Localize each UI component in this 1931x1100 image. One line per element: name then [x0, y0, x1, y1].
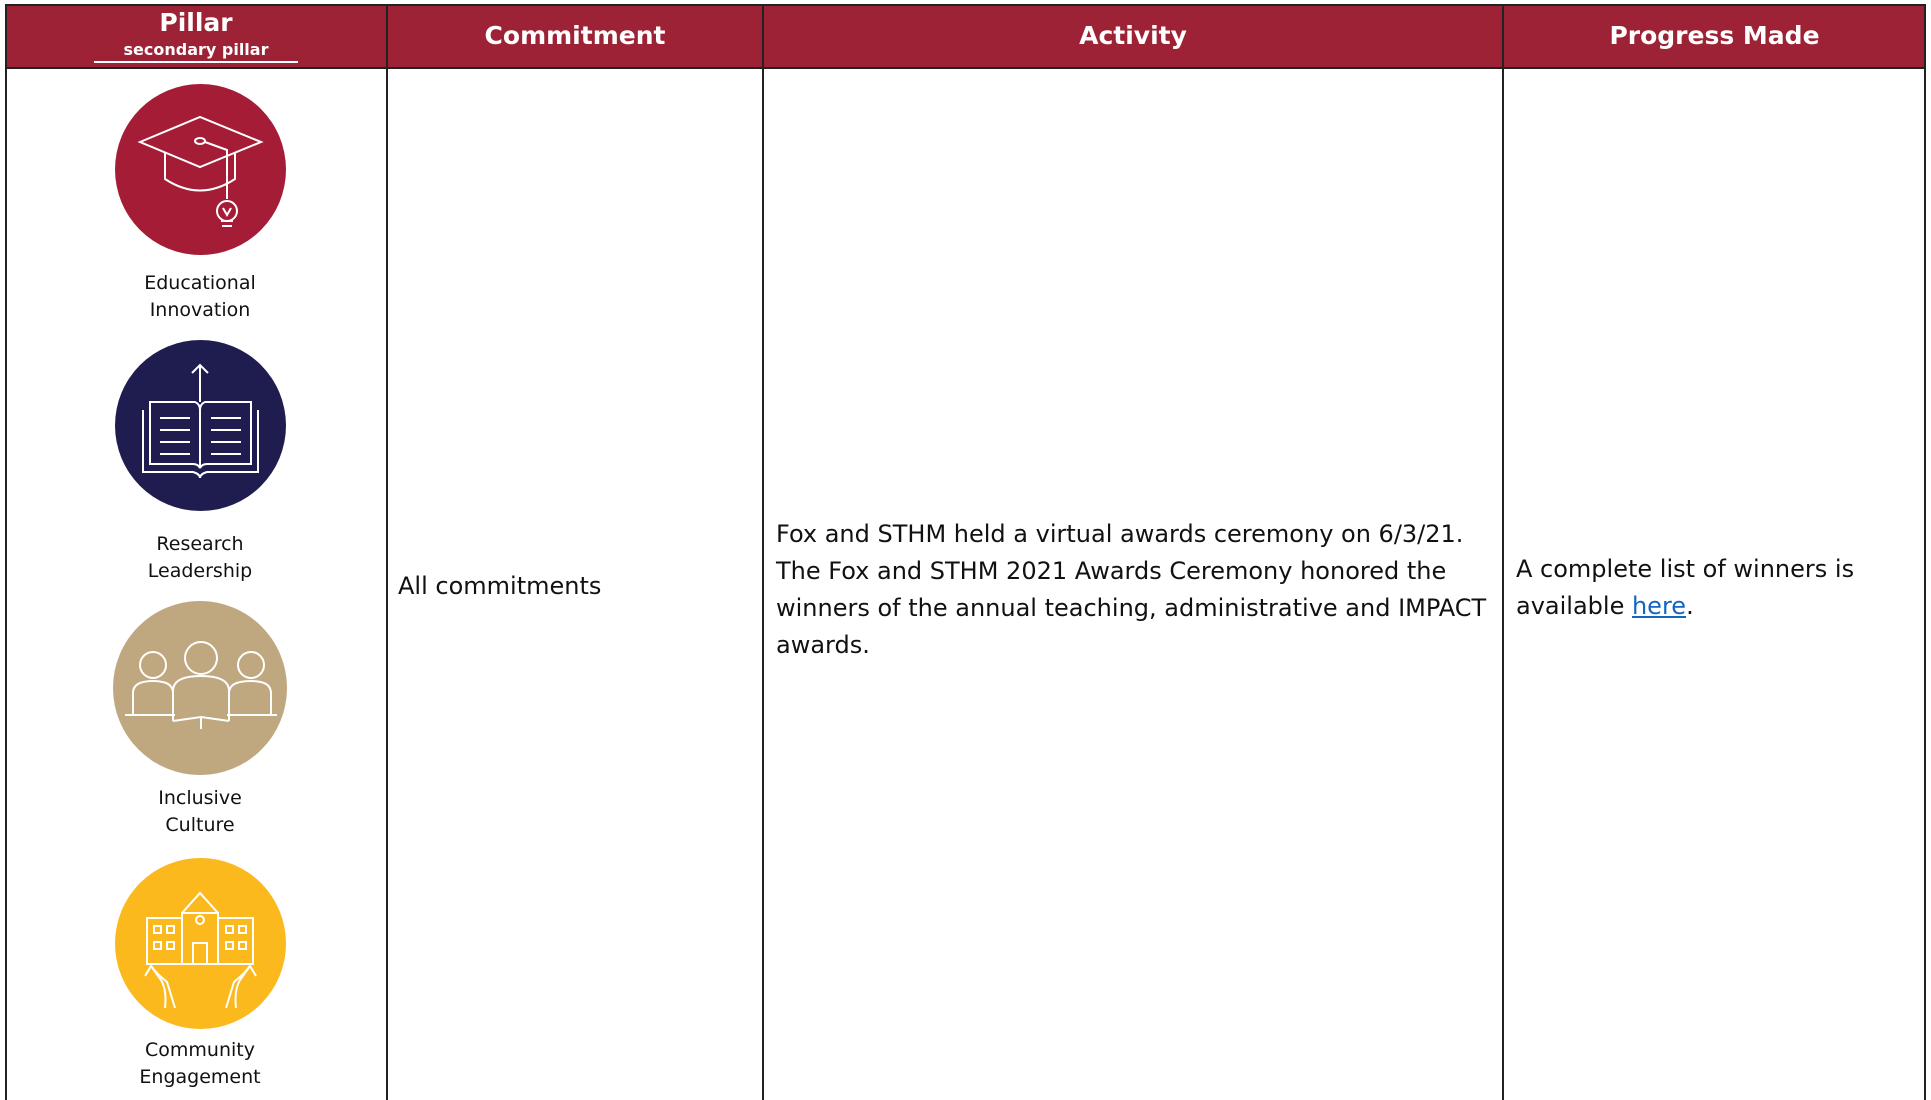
pillar-research-leadership: Research Leadership [8, 340, 392, 585]
progress-prefix: available [1516, 592, 1632, 620]
header-pillar-title: Pillar [159, 8, 233, 37]
header-bottom-border [5, 67, 1926, 69]
column-divider-2 [762, 5, 764, 1100]
progress-text: A complete list of winners is available … [1516, 551, 1916, 625]
table-border-left [5, 5, 7, 1100]
pillar-label: Inclusive Culture [8, 785, 392, 839]
header-progress-title: Progress Made [1609, 21, 1820, 50]
pillar-inclusive-culture: Inclusive Culture [8, 601, 392, 839]
building-hands-icon [114, 858, 286, 1029]
column-divider-3 [1502, 5, 1504, 1100]
header-commitment: Commitment [388, 5, 762, 67]
header-activity-title: Activity [1079, 21, 1187, 50]
pillar-label-line: Leadership [147, 560, 253, 582]
header-activity: Activity [764, 5, 1502, 67]
three-people-icon [113, 601, 287, 775]
table-border-right [1924, 5, 1926, 1100]
header-pillar-subtitle: secondary pillar [93, 41, 299, 63]
activity-line: Fox and STHM held a virtual awards cerem… [776, 520, 1464, 548]
graduation-cap-lightbulb-icon [114, 84, 286, 255]
header-progress: Progress Made [1504, 5, 1925, 67]
pillar-label-line: Research [156, 533, 244, 555]
progress-line: available here. [1516, 588, 1916, 625]
pillar-label: Research Leadership [8, 531, 392, 585]
pillar-label-line: Educational [144, 272, 256, 294]
pillar-educational-innovation: Educational Innovation [8, 84, 392, 324]
pillar-label-line: Inclusive [158, 787, 242, 809]
activity-text: Fox and STHM held a virtual awards cerem… [776, 516, 1496, 664]
activity-line: winners of the annual teaching, administ… [776, 594, 1487, 622]
table-border-top [5, 4, 1926, 6]
pillar-label-line: Innovation [149, 299, 251, 321]
pillar-community-engagement: Community Engagement [8, 858, 392, 1091]
progress-line: A complete list of winners is [1516, 555, 1855, 583]
commitment-text: All commitments [398, 572, 602, 600]
activity-line: awards. [776, 631, 870, 659]
winners-list-link[interactable]: here [1632, 592, 1686, 620]
pillar-label: Educational Innovation [8, 270, 392, 324]
report-table: Pillar secondary pillar Commitment Activ… [0, 0, 1931, 1100]
progress-suffix: . [1686, 592, 1694, 620]
open-book-arrow-icon [114, 340, 286, 511]
header-commitment-title: Commitment [484, 21, 666, 50]
pillar-label-line: Engagement [139, 1066, 261, 1088]
pillar-label-line: Culture [165, 814, 235, 836]
activity-line: The Fox and STHM 2021 Awards Ceremony ho… [776, 557, 1447, 585]
pillar-label-line: Community [145, 1039, 255, 1061]
pillar-label: Community Engagement [8, 1037, 392, 1091]
header-pillar: Pillar secondary pillar [6, 5, 386, 67]
